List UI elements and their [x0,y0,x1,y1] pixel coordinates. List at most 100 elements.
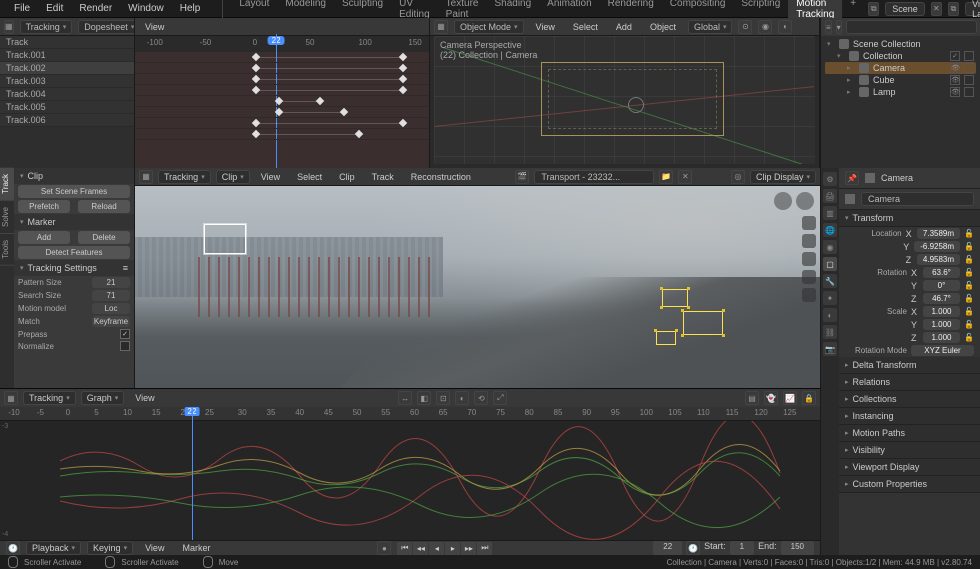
prop-tab-physics-icon[interactable]: ◐ [823,308,837,322]
viewport-display-panel[interactable]: Viewport Display [839,459,980,476]
tracking-marker[interactable] [204,224,246,254]
render-toggle[interactable] [964,75,974,85]
normalize-checkbox[interactable] [120,341,130,351]
lens-icon[interactable]: ◎ [731,170,745,184]
clip-track-menu[interactable]: Track [366,170,400,184]
visibility-toggle[interactable]: 👁 [950,63,960,73]
graph-tool-icon[interactable]: ⤢ [493,391,507,405]
gizmo-icon[interactable] [802,288,816,302]
dopesheet-editor[interactable]: Dopesheet [78,20,135,34]
visibility-panel[interactable]: Visibility [839,442,980,459]
prefetch-button[interactable]: Prefetch [18,200,70,213]
visibility-toggle[interactable]: 👁 [950,75,960,85]
clip-remove-icon[interactable]: ✕ [678,170,692,184]
graph-tool-icon[interactable]: ↔ [398,391,412,405]
menu-help[interactable]: Help [174,1,207,16]
location-x-field[interactable]: 7.3589m [917,228,960,239]
lock-icon[interactable]: 🔓 [964,229,974,238]
scene-field[interactable]: Scene [885,2,925,16]
pattern-size-field[interactable]: 21 [92,277,130,288]
viewlayer-field[interactable]: View Layer [965,2,980,16]
prop-tab-modifier-icon[interactable]: 🔧 [823,274,837,288]
dopesheet-view-menu[interactable]: View [139,20,170,34]
viewport-view-menu[interactable]: View [530,20,561,34]
graph-tool-icon[interactable]: ⊡ [436,391,450,405]
graph-filter-icon[interactable]: 🔒 [802,391,816,405]
clip-panel-header[interactable]: Clip [14,168,134,184]
viewlayer-browse-icon[interactable]: ⧉ [948,2,959,16]
visibility-toggle[interactable]: ✓ [950,51,960,61]
menu-render[interactable]: Render [73,1,118,16]
editor-type-icon[interactable]: ▦ [434,20,448,34]
overlays-icon[interactable]: ◉ [758,20,772,34]
tree-item-cube[interactable]: ▸Cube👁 [825,74,976,86]
scale-z-field[interactable]: 1.000 [923,332,960,343]
menu-file[interactable]: File [8,1,36,16]
clip-display-dropdown[interactable]: Clip Display [750,170,816,184]
graph-frame-ruler[interactable]: -10 -5 0 5 10 15 20 22 25 30 35 40 45 50… [0,407,820,421]
tree-item-camera[interactable]: ▸Camera👁 [825,62,976,74]
snap-icon[interactable]: ⊙ [738,20,752,34]
clip-reconstruction-menu[interactable]: Reconstruction [405,170,477,184]
nav-ball-icon[interactable] [796,192,814,210]
set-scene-frames-button[interactable]: Set Scene Frames [18,185,130,198]
clip-filename[interactable]: Transport - 23232... [534,170,654,184]
lock-icon[interactable]: 🔓 [964,242,974,251]
reload-button[interactable]: Reload [78,200,130,213]
editor-type-icon[interactable]: ▦ [139,170,153,184]
prop-tab-particles-icon[interactable]: ✦ [823,291,837,305]
frame-ruler[interactable]: -100 -50 0 22 50 100 150 [135,36,429,52]
editor-type-icon[interactable]: ▦ [4,20,14,34]
prop-tab-output-icon[interactable]: 🖨 [823,189,837,203]
graph-tool-icon[interactable]: ◧ [417,391,431,405]
play-reverse-icon[interactable]: ◂ [429,542,444,555]
add-marker-button[interactable]: Add [18,231,70,244]
motion-model-dropdown[interactable]: Loc [92,303,130,314]
lock-icon[interactable]: 🔓 [964,320,974,329]
lock-icon[interactable]: 🔓 [964,307,974,316]
scale-x-field[interactable]: 1.000 [923,306,960,317]
dopesheet-area[interactable]: View -100 -50 0 22 50 100 150 [135,18,430,168]
nav-ball-icon[interactable] [774,192,792,210]
clip-view-menu[interactable]: View [255,170,286,184]
tracking-settings-header[interactable]: Tracking Settings≡ [14,260,134,276]
start-frame-field[interactable]: 1 [730,541,754,555]
search-size-field[interactable]: 71 [92,290,130,301]
menu-window[interactable]: Window [122,1,170,16]
editor-type-icon[interactable]: 🕐 [6,541,20,555]
tracking-marker[interactable] [683,311,723,335]
outliner-search[interactable] [846,20,977,34]
transform-panel-header[interactable]: Transform [839,210,980,227]
viewport-mode[interactable]: Object Mode [454,20,524,34]
3d-viewport[interactable]: ▦ Object Mode View Select Add Object Glo… [430,18,820,168]
auto-keying-icon[interactable]: ● [377,541,391,555]
match-dropdown[interactable]: Keyframe [92,316,130,327]
track-row[interactable]: Track.004 [0,88,134,101]
rotation-z-field[interactable]: 46.7° [923,293,960,304]
scene-browse-icon[interactable]: ⧉ [868,2,879,16]
rotation-y-field[interactable]: 0° [923,280,960,291]
gizmo-icon[interactable] [802,216,816,230]
lock-icon[interactable]: 🔓 [964,294,974,303]
gizmo-icon[interactable] [802,270,816,284]
orientation-dropdown[interactable]: Global [688,20,733,34]
graph-mode[interactable]: Tracking [23,391,76,405]
shading-icon[interactable]: ◐ [778,20,792,34]
play-icon[interactable]: ▸ [445,542,460,555]
render-toggle[interactable] [964,87,974,97]
tracking-marker[interactable] [662,289,688,307]
clip-editor-dropdown[interactable]: Clip [216,170,250,184]
tree-collection[interactable]: ▾Collection✓ [825,50,976,62]
prop-tab-constraints-icon[interactable]: ⛓ [823,325,837,339]
graph-filter-icon[interactable]: 👻 [764,391,778,405]
editor-type-icon[interactable]: ≡ [825,20,832,34]
end-frame-field[interactable]: 150 [781,541,814,555]
keying-dropdown[interactable]: Keying [87,541,133,555]
preset-icon[interactable]: ≡ [123,263,128,273]
lock-icon[interactable]: 🔓 [964,333,974,342]
render-toggle[interactable] [964,51,974,61]
viewport-select-menu[interactable]: Select [567,20,604,34]
clip-folder-icon[interactable]: 📁 [659,170,673,184]
object-name-field[interactable]: Camera [861,192,974,206]
prop-tab-object-icon[interactable]: ▢ [823,257,837,271]
